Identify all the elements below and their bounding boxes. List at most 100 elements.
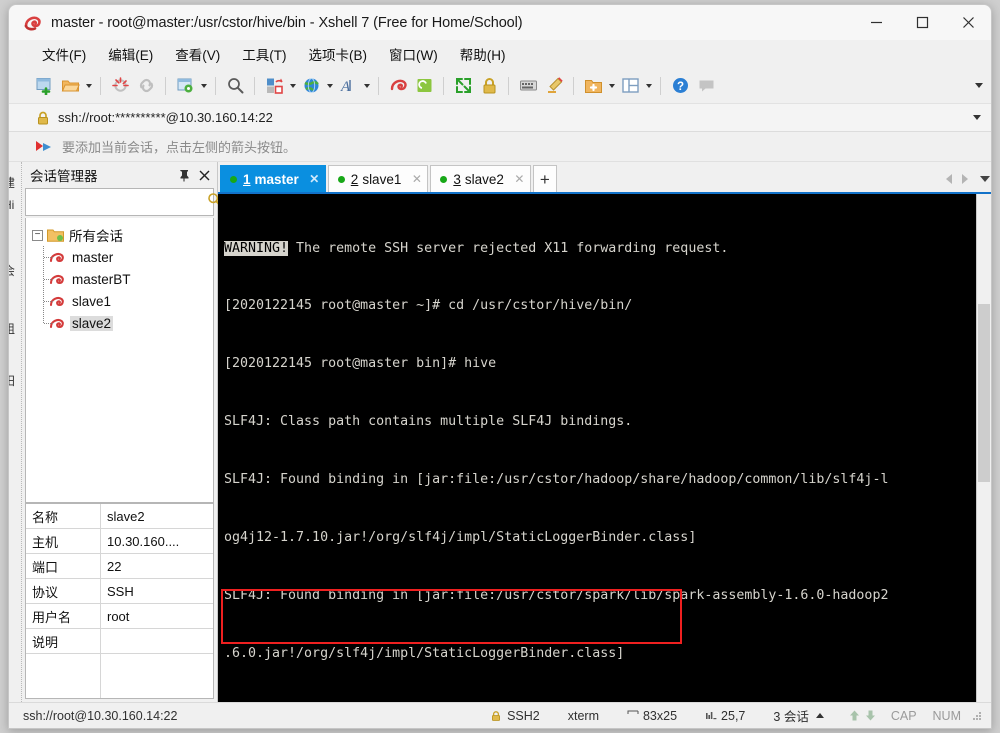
tab-master[interactable]: 1 master ✕: [220, 165, 326, 192]
close-icon[interactable]: ✕: [308, 172, 321, 186]
chevron-right-icon[interactable]: [957, 169, 973, 189]
svg-text:?: ?: [676, 81, 683, 93]
scrollbar-down-button[interactable]: [977, 687, 991, 702]
property-key: 用户名: [26, 604, 101, 628]
fullscreen-icon[interactable]: [450, 73, 476, 99]
chevron-left-icon[interactable]: [941, 169, 957, 189]
menu-file[interactable]: 文件(F): [31, 41, 97, 67]
caret-up-icon[interactable]: [815, 713, 824, 718]
window-controls: [853, 5, 991, 40]
lock-icon: [490, 710, 502, 722]
maximize-button[interactable]: [899, 5, 945, 40]
tree-root-label: 所有会话: [69, 229, 123, 244]
session-search-box[interactable]: [25, 188, 222, 216]
property-row-port: 端口 22: [26, 554, 213, 579]
menu-edit[interactable]: 编辑(E): [97, 41, 164, 67]
new-tab-button[interactable]: +: [532, 165, 557, 192]
address-bar[interactable]: ssh://root:**********@10.30.160.14:22: [9, 104, 991, 132]
reconnect-icon[interactable]: [133, 73, 159, 99]
property-row-username: 用户名 root: [26, 604, 213, 629]
scrollbar-up-button[interactable]: [977, 194, 991, 209]
open-folder-icon[interactable]: [57, 73, 83, 99]
tab-slave2[interactable]: 3 slave2 ✕: [430, 165, 531, 192]
status-protocol: SSH2: [476, 709, 554, 723]
terminal-output[interactable]: WARNING! The remote SSH server rejected …: [218, 194, 976, 702]
toolbar-separator: [573, 76, 574, 95]
close-icon[interactable]: ✕: [410, 172, 423, 186]
tab-slave1[interactable]: 2 slave1 ✕: [327, 165, 429, 192]
toolbar-separator: [378, 76, 379, 95]
highlight-pen-icon[interactable]: [541, 73, 567, 99]
add-to-folder-dropdown-icon[interactable]: [606, 73, 617, 99]
session-label: slave2: [70, 315, 114, 331]
address-input[interactable]: ssh://root:**********@10.30.160.14:22: [58, 110, 969, 125]
toolbar-overflow-button[interactable]: [971, 73, 987, 99]
toolbar-separator: [508, 76, 509, 95]
new-session-icon[interactable]: [31, 73, 57, 99]
session-properties-dropdown-icon[interactable]: [198, 73, 209, 99]
session-item-slave2[interactable]: slave2: [38, 312, 213, 334]
transfer-file-icon[interactable]: [261, 73, 287, 99]
open-folder-dropdown-icon[interactable]: [83, 73, 94, 99]
warning-message: The remote SSH server rejected X11 forwa…: [288, 240, 729, 256]
xftp-icon[interactable]: [411, 73, 437, 99]
session-item-master[interactable]: master: [38, 246, 213, 268]
lock-icon[interactable]: [476, 73, 502, 99]
layout-dropdown-icon[interactable]: [643, 73, 654, 99]
font-icon[interactable]: A: [335, 73, 361, 99]
status-sessions[interactable]: 3 会话: [759, 706, 837, 725]
chevron-down-icon[interactable]: [969, 108, 985, 128]
tab-navigation: [941, 165, 991, 192]
help-icon[interactable]: ?: [667, 73, 693, 99]
web-browser-icon[interactable]: [298, 73, 324, 99]
search-icon[interactable]: [222, 73, 248, 99]
toolbar-separator: [443, 76, 444, 95]
menu-tools[interactable]: 工具(T): [231, 41, 297, 67]
minimize-button[interactable]: [853, 5, 899, 40]
chevron-down-icon[interactable]: [973, 169, 990, 189]
font-dropdown-icon[interactable]: [361, 73, 372, 99]
close-icon[interactable]: [195, 166, 213, 184]
resize-grip-icon[interactable]: [971, 710, 983, 722]
tab-label: slave2: [464, 171, 504, 187]
property-row-host: 主机 10.30.160....: [26, 529, 213, 554]
session-tree[interactable]: − 所有会话 master masterBT slave1 slave2: [25, 218, 214, 503]
dock-fragment-5: 田: [9, 372, 15, 389]
window-title: master - root@master:/usr/cstor/hive/bin…: [51, 14, 523, 31]
menu-window[interactable]: 窗口(W): [378, 41, 449, 67]
chat-icon[interactable]: [693, 73, 719, 99]
menu-help[interactable]: 帮助(H): [449, 41, 517, 67]
status-size: 83x25: [613, 709, 691, 723]
status-term-type: xterm: [567, 708, 599, 723]
layout-icon[interactable]: [617, 73, 643, 99]
property-key: 主机: [26, 529, 101, 553]
terminal-scrollbar[interactable]: [976, 194, 991, 702]
title-bar: master - root@master:/usr/cstor/hive/bin…: [9, 5, 991, 40]
menu-tabs[interactable]: 选项卡(B): [298, 41, 379, 67]
transfer-file-dropdown-icon[interactable]: [287, 73, 298, 99]
toolbar-separator: [660, 76, 661, 95]
collapse-expander-icon[interactable]: −: [32, 229, 43, 241]
warning-badge: WARNING!: [224, 240, 289, 256]
status-protocol-label: SSH2: [507, 708, 540, 723]
pin-icon[interactable]: [175, 166, 193, 184]
xshell-icon[interactable]: [385, 73, 411, 99]
collapsed-dock-strip[interactable]: 建 Hi 会 组 田: [9, 162, 22, 702]
keyboard-icon[interactable]: [515, 73, 541, 99]
toolbar: A ?: [9, 68, 991, 104]
close-icon[interactable]: ✕: [513, 172, 526, 186]
menu-view[interactable]: 查看(V): [164, 41, 231, 67]
session-item-masterbt[interactable]: masterBT: [38, 268, 213, 290]
session-list: master masterBT slave1 slave2: [26, 246, 213, 334]
web-browser-dropdown-icon[interactable]: [324, 73, 335, 99]
session-item-slave1[interactable]: slave1: [38, 290, 213, 312]
menu-bar: 文件(F) 编辑(E) 查看(V) 工具(T) 选项卡(B) 窗口(W) 帮助(…: [9, 40, 991, 68]
scrollbar-thumb[interactable]: [978, 304, 990, 482]
session-properties-icon[interactable]: [172, 73, 198, 99]
search-input[interactable]: [31, 194, 207, 210]
tree-root-all-sessions[interactable]: − 所有会话: [26, 224, 213, 246]
lock-icon: [35, 110, 51, 126]
disconnect-icon[interactable]: [107, 73, 133, 99]
add-to-folder-icon[interactable]: [580, 73, 606, 99]
close-button[interactable]: [945, 5, 991, 40]
